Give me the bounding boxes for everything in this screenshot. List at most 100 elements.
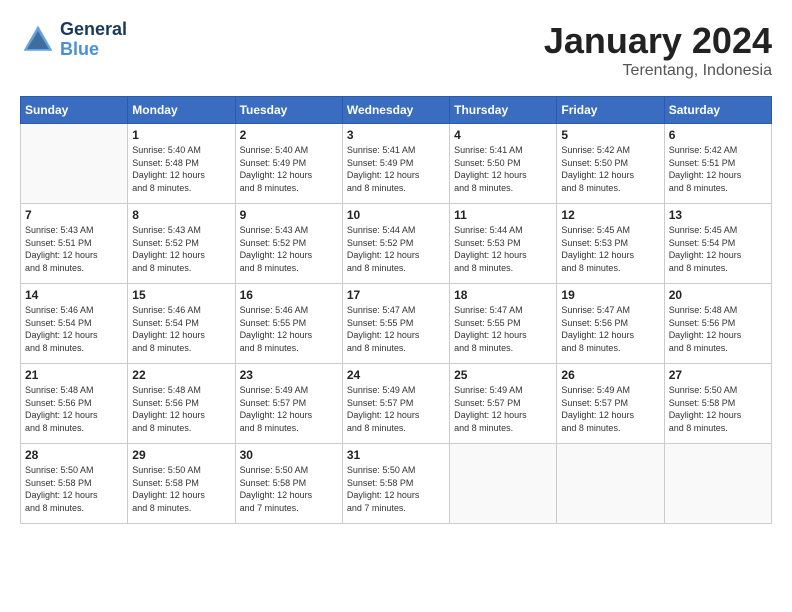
calendar-week-row: 14Sunrise: 5:46 AM Sunset: 5:54 PM Dayli… (21, 284, 772, 364)
day-info: Sunrise: 5:45 AM Sunset: 5:54 PM Dayligh… (669, 224, 767, 274)
day-info: Sunrise: 5:50 AM Sunset: 5:58 PM Dayligh… (132, 464, 230, 514)
location-subtitle: Terentang, Indonesia (544, 62, 772, 80)
weekday-header-cell: Friday (557, 97, 664, 124)
calendar-day-cell (450, 444, 557, 524)
weekday-header-cell: Tuesday (235, 97, 342, 124)
weekday-header-row: SundayMondayTuesdayWednesdayThursdayFrid… (21, 97, 772, 124)
day-number: 9 (240, 208, 338, 222)
day-number: 12 (561, 208, 659, 222)
day-number: 15 (132, 288, 230, 302)
calendar-day-cell: 29 Sunrise: 5:50 AM Sunset: 5:58 PM Dayli… (128, 444, 235, 524)
day-number: 23 (240, 368, 338, 382)
calendar-day-cell: 5 Sunrise: 5:42 AM Sunset: 5:50 PM Daylig… (557, 124, 664, 204)
day-info: Sunrise: 5:42 AM Sunset: 5:50 PM Dayligh… (561, 144, 659, 194)
calendar-week-row: 1Sunrise: 5:40 AM Sunset: 5:48 PM Daylig… (21, 124, 772, 204)
day-number: 21 (25, 368, 123, 382)
day-info: Sunrise: 5:47 AM Sunset: 5:56 PM Dayligh… (561, 304, 659, 354)
day-number: 3 (347, 128, 445, 142)
day-number: 13 (669, 208, 767, 222)
calendar-day-cell: 8 Sunrise: 5:43 AM Sunset: 5:52 PM Daylig… (128, 204, 235, 284)
day-info: Sunrise: 5:45 AM Sunset: 5:53 PM Dayligh… (561, 224, 659, 274)
calendar-day-cell: 2Sunrise: 5:40 AM Sunset: 5:49 PM Daylig… (235, 124, 342, 204)
day-info: Sunrise: 5:47 AM Sunset: 5:55 PM Dayligh… (347, 304, 445, 354)
calendar-week-row: 7 Sunrise: 5:43 AM Sunset: 5:51 PM Daylig… (21, 204, 772, 284)
day-number: 26 (561, 368, 659, 382)
calendar-day-cell (664, 444, 771, 524)
calendar-day-cell: 13 Sunrise: 5:45 AM Sunset: 5:54 PM Dayli… (664, 204, 771, 284)
day-info: Sunrise: 5:49 AM Sunset: 5:57 PM Dayligh… (561, 384, 659, 434)
calendar-day-cell: 27Sunrise: 5:50 AM Sunset: 5:58 PM Dayli… (664, 364, 771, 444)
calendar-day-cell: 20Sunrise: 5:48 AM Sunset: 5:56 PM Dayli… (664, 284, 771, 364)
day-info: Sunrise: 5:43 AM Sunset: 5:51 PM Dayligh… (25, 224, 123, 274)
day-number: 29 (132, 448, 230, 462)
day-number: 11 (454, 208, 552, 222)
calendar-day-cell: 22 Sunrise: 5:48 AM Sunset: 5:56 PM Dayli… (128, 364, 235, 444)
logo: General Blue (20, 20, 127, 60)
day-number: 7 (25, 208, 123, 222)
day-info: Sunrise: 5:49 AM Sunset: 5:57 PM Dayligh… (240, 384, 338, 434)
day-info: Sunrise: 5:42 AM Sunset: 5:51 PM Dayligh… (669, 144, 767, 194)
day-info: Sunrise: 5:49 AM Sunset: 5:57 PM Dayligh… (454, 384, 552, 434)
calendar-day-cell: 31 Sunrise: 5:50 AM Sunset: 5:58 PM Dayli… (342, 444, 449, 524)
day-number: 20 (669, 288, 767, 302)
calendar-day-cell: 21Sunrise: 5:48 AM Sunset: 5:56 PM Dayli… (21, 364, 128, 444)
calendar-day-cell: 28Sunrise: 5:50 AM Sunset: 5:58 PM Dayli… (21, 444, 128, 524)
day-info: Sunrise: 5:46 AM Sunset: 5:55 PM Dayligh… (240, 304, 338, 354)
day-number: 19 (561, 288, 659, 302)
calendar-day-cell: 30 Sunrise: 5:50 AM Sunset: 5:58 PM Dayli… (235, 444, 342, 524)
calendar-day-cell: 7 Sunrise: 5:43 AM Sunset: 5:51 PM Daylig… (21, 204, 128, 284)
calendar-day-cell: 16Sunrise: 5:46 AM Sunset: 5:55 PM Dayli… (235, 284, 342, 364)
calendar-day-cell: 15 Sunrise: 5:46 AM Sunset: 5:54 PM Dayli… (128, 284, 235, 364)
day-info: Sunrise: 5:41 AM Sunset: 5:49 PM Dayligh… (347, 144, 445, 194)
day-number: 10 (347, 208, 445, 222)
day-number: 25 (454, 368, 552, 382)
calendar-day-cell: 19 Sunrise: 5:47 AM Sunset: 5:56 PM Dayli… (557, 284, 664, 364)
day-info: Sunrise: 5:44 AM Sunset: 5:53 PM Dayligh… (454, 224, 552, 274)
logo-icon (20, 22, 56, 58)
day-number: 8 (132, 208, 230, 222)
day-number: 18 (454, 288, 552, 302)
day-number: 17 (347, 288, 445, 302)
calendar-day-cell: 24Sunrise: 5:49 AM Sunset: 5:57 PM Dayli… (342, 364, 449, 444)
day-number: 5 (561, 128, 659, 142)
calendar-day-cell: 11 Sunrise: 5:44 AM Sunset: 5:53 PM Dayli… (450, 204, 557, 284)
calendar-day-cell: 23 Sunrise: 5:49 AM Sunset: 5:57 PM Dayli… (235, 364, 342, 444)
weekday-header-cell: Monday (128, 97, 235, 124)
day-info: Sunrise: 5:43 AM Sunset: 5:52 PM Dayligh… (132, 224, 230, 274)
weekday-header-cell: Saturday (664, 97, 771, 124)
calendar-day-cell: 10 Sunrise: 5:44 AM Sunset: 5:52 PM Dayli… (342, 204, 449, 284)
weekday-header-cell: Sunday (21, 97, 128, 124)
calendar-day-cell: 17 Sunrise: 5:47 AM Sunset: 5:55 PM Dayli… (342, 284, 449, 364)
day-number: 30 (240, 448, 338, 462)
day-number: 28 (25, 448, 123, 462)
day-info: Sunrise: 5:44 AM Sunset: 5:52 PM Dayligh… (347, 224, 445, 274)
day-info: Sunrise: 5:46 AM Sunset: 5:54 PM Dayligh… (132, 304, 230, 354)
calendar-week-row: 28 Sunrise: 5:50 AM Sunset: 5:58 PM Dayli… (21, 444, 772, 524)
day-info: Sunrise: 5:50 AM Sunset: 5:58 PM Dayligh… (347, 464, 445, 514)
calendar-day-cell: 26 Sunrise: 5:49 AM Sunset: 5:57 PM Dayli… (557, 364, 664, 444)
calendar-week-row: 21 Sunrise: 5:48 AM Sunset: 5:56 PM Dayli… (21, 364, 772, 444)
month-title: January 2024 (544, 20, 772, 62)
day-info: Sunrise: 5:50 AM Sunset: 5:58 PM Dayligh… (240, 464, 338, 514)
calendar-day-cell: 12 Sunrise: 5:45 AM Sunset: 5:53 PM Dayli… (557, 204, 664, 284)
day-number: 27 (669, 368, 767, 382)
day-info: Sunrise: 5:48 AM Sunset: 5:56 PM Dayligh… (132, 384, 230, 434)
day-number: 6 (669, 128, 767, 142)
weekday-header-cell: Thursday (450, 97, 557, 124)
day-info: Sunrise: 5:47 AM Sunset: 5:55 PM Dayligh… (454, 304, 552, 354)
day-info: Sunrise: 5:46 AM Sunset: 5:54 PM Dayligh… (25, 304, 123, 354)
day-number: 2 (240, 128, 338, 142)
title-block: January 2024 Terentang, Indonesia (544, 20, 772, 80)
day-number: 1 (132, 128, 230, 142)
logo-text: General Blue (60, 20, 127, 60)
day-number: 31 (347, 448, 445, 462)
page-header: General Blue January 2024 Terentang, Ind… (20, 20, 772, 80)
calendar-day-cell: 6 Sunrise: 5:42 AM Sunset: 5:51 PM Daylig… (664, 124, 771, 204)
day-number: 24 (347, 368, 445, 382)
calendar-day-cell (557, 444, 664, 524)
calendar-table: SundayMondayTuesdayWednesdayThursdayFrid… (20, 96, 772, 524)
calendar-day-cell (21, 124, 128, 204)
day-number: 4 (454, 128, 552, 142)
day-number: 22 (132, 368, 230, 382)
calendar-day-cell: 9Sunrise: 5:43 AM Sunset: 5:52 PM Daylig… (235, 204, 342, 284)
